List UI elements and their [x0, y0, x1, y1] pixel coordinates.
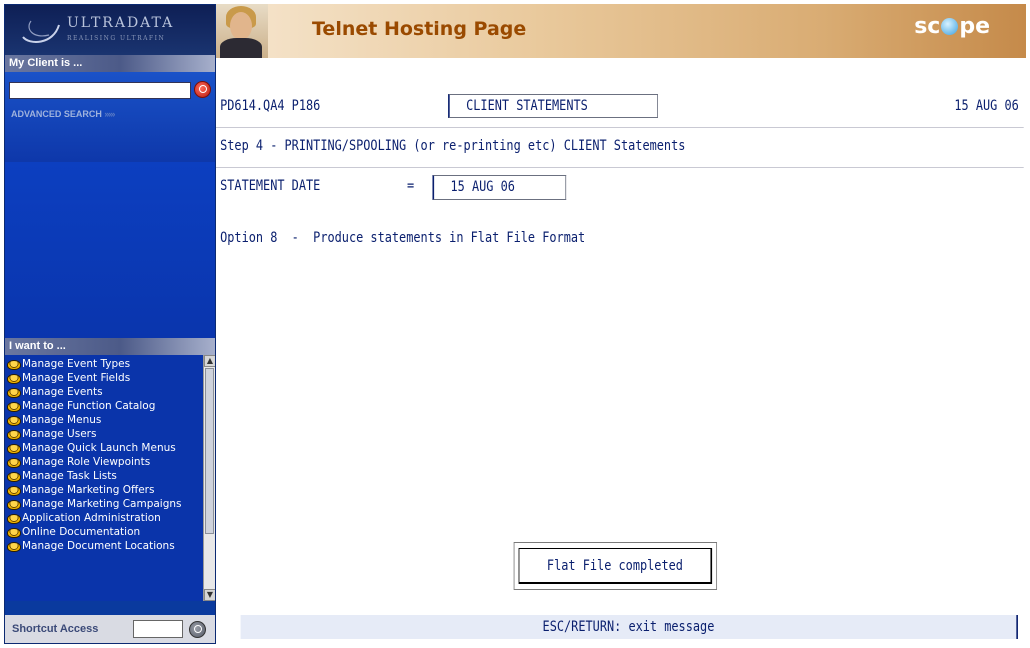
menu-item-application-administration[interactable]: Application Administration — [7, 511, 203, 525]
option-text: Option 8 - Produce statements in Flat Fi… — [220, 230, 586, 246]
bee-icon — [7, 415, 21, 426]
iwant-scrollbar[interactable]: ▲ ▼ — [203, 355, 215, 601]
client-section-header: My Client is ... — [5, 55, 215, 72]
scope-logo: sc pe — [914, 14, 990, 39]
bee-icon — [7, 457, 21, 468]
client-panel-body — [5, 162, 215, 338]
logo-tagline: REALISING ULTRAFIN — [67, 35, 166, 42]
photo-face — [230, 12, 252, 40]
menu-item-label: Manage Task Lists — [22, 469, 117, 482]
terminal-date: 15 AUG 06 — [954, 98, 1019, 114]
menu-item-online-documentation[interactable]: Online Documentation — [7, 525, 203, 539]
bee-icon — [7, 527, 21, 538]
shortcut-input[interactable] — [133, 620, 183, 638]
client-search-input[interactable] — [9, 82, 191, 99]
client-search-button[interactable] — [194, 81, 211, 98]
menu-item-manage-menus[interactable]: Manage Menus — [7, 413, 203, 427]
scroll-down-arrow-icon[interactable]: ▼ — [204, 589, 215, 601]
menu-item-label: Manage Document Locations — [22, 539, 175, 552]
message-dialog: Flat File completed — [513, 542, 718, 590]
header-banner: Telnet Hosting Page sc pe — [216, 4, 1026, 58]
scroll-up-arrow-icon[interactable]: ▲ — [204, 355, 215, 367]
statement-date-label: STATEMENT DATE — [220, 178, 321, 194]
scrollbar-thumb[interactable] — [205, 368, 214, 534]
program-id: PD614.QA4 P186 — [220, 98, 321, 114]
menu-item-manage-users[interactable]: Manage Users — [7, 427, 203, 441]
menu-item-label: Manage Function Catalog — [22, 399, 156, 412]
menu-item-manage-task-lists[interactable]: Manage Task Lists — [7, 469, 203, 483]
menu-item-label: Manage Users — [22, 427, 97, 440]
bee-icon — [7, 499, 21, 510]
scope-logo-text-end: pe — [959, 14, 990, 39]
logo-wordmark: ULTRADATA — [67, 15, 175, 31]
scope-globe-icon — [941, 18, 959, 35]
menu-item-manage-function-catalog[interactable]: Manage Function Catalog — [7, 399, 203, 413]
statement-date-equals: = — [407, 178, 415, 194]
sidebar: ULTRADATA REALISING ULTRAFIN My Client i… — [4, 4, 216, 644]
iwant-menu-list: Manage Event Types Manage Event Fields M… — [5, 355, 203, 601]
shortcut-bar: Shortcut Access — [5, 615, 215, 643]
advanced-search-label: ADVANCED SEARCH — [11, 109, 102, 119]
menu-item-manage-marketing-campaigns[interactable]: Manage Marketing Campaigns — [7, 497, 203, 511]
iwant-section-header: I want to ... — [5, 338, 215, 355]
menu-item-manage-document-locations[interactable]: Manage Document Locations — [7, 539, 203, 553]
shortcut-go-button[interactable] — [189, 621, 206, 638]
photo-body — [220, 38, 262, 58]
menu-item-manage-event-types[interactable]: Manage Event Types — [7, 357, 203, 371]
menu-item-manage-role-viewpoints[interactable]: Manage Role Viewpoints — [7, 455, 203, 469]
menu-item-manage-quick-launch-menus[interactable]: Manage Quick Launch Menus — [7, 441, 203, 455]
header-photo — [216, 4, 268, 58]
bee-icon — [7, 359, 21, 370]
iwant-panel: Manage Event Types Manage Event Fields M… — [5, 355, 215, 601]
menu-item-label: Manage Events — [22, 385, 103, 398]
menu-item-label: Application Administration — [22, 511, 161, 524]
advanced-search-link[interactable]: ADVANCED SEARCH ››››› — [11, 109, 115, 119]
shortcut-label: Shortcut Access — [12, 623, 99, 635]
statement-date-field[interactable]: 15 AUG 06 — [432, 175, 567, 200]
bee-icon — [7, 485, 21, 496]
menu-item-label: Manage Event Fields — [22, 371, 131, 384]
bee-icon — [7, 429, 21, 440]
ultradata-logo: ULTRADATA REALISING ULTRAFIN — [5, 5, 215, 55]
telnet-terminal[interactable]: PD614.QA4 P186 CLIENT STATEMENTS 15 AUG … — [216, 88, 1024, 640]
menu-item-label: Manage Menus — [22, 413, 102, 426]
menu-item-manage-event-fields[interactable]: Manage Event Fields — [7, 371, 203, 385]
screen-name-field: CLIENT STATEMENTS — [448, 94, 658, 118]
bee-icon — [7, 513, 21, 524]
menu-item-manage-events[interactable]: Manage Events — [7, 385, 203, 399]
statement-date-row: STATEMENT DATE = 15 AUG 06 — [216, 168, 1024, 208]
bee-icon — [7, 373, 21, 384]
terminal-title-row: PD614.QA4 P186 CLIENT STATEMENTS 15 AUG … — [216, 88, 1024, 128]
menu-item-label: Manage Role Viewpoints — [22, 455, 151, 468]
menu-item-manage-marketing-offers[interactable]: Manage Marketing Offers — [7, 483, 203, 497]
step-text: Step 4 - PRINTING/SPOOLING (or re-printi… — [220, 138, 686, 154]
status-bar: ESC/RETURN: exit message — [240, 615, 1018, 639]
bee-icon — [7, 401, 21, 412]
menu-item-label: Manage Event Types — [22, 357, 131, 370]
bee-icon — [7, 471, 21, 482]
terminal-step-row: Step 4 - PRINTING/SPOOLING (or re-printi… — [216, 128, 1024, 168]
scope-logo-text-start: sc — [914, 14, 941, 39]
bee-icon — [7, 387, 21, 398]
page-title: Telnet Hosting Page — [312, 18, 527, 40]
advanced-search-arrows-icon: ››››› — [104, 109, 115, 119]
menu-item-label: Manage Quick Launch Menus — [22, 441, 176, 454]
bee-icon — [7, 443, 21, 454]
menu-item-label: Online Documentation — [22, 525, 141, 538]
menu-item-label: Manage Marketing Campaigns — [22, 497, 182, 510]
menu-item-label: Manage Marketing Offers — [22, 483, 155, 496]
bee-icon — [7, 541, 21, 552]
ultradata-swoosh-icon — [22, 20, 60, 43]
flat-file-message[interactable]: Flat File completed — [518, 548, 713, 584]
client-section: ADVANCED SEARCH ››››› — [5, 72, 215, 338]
